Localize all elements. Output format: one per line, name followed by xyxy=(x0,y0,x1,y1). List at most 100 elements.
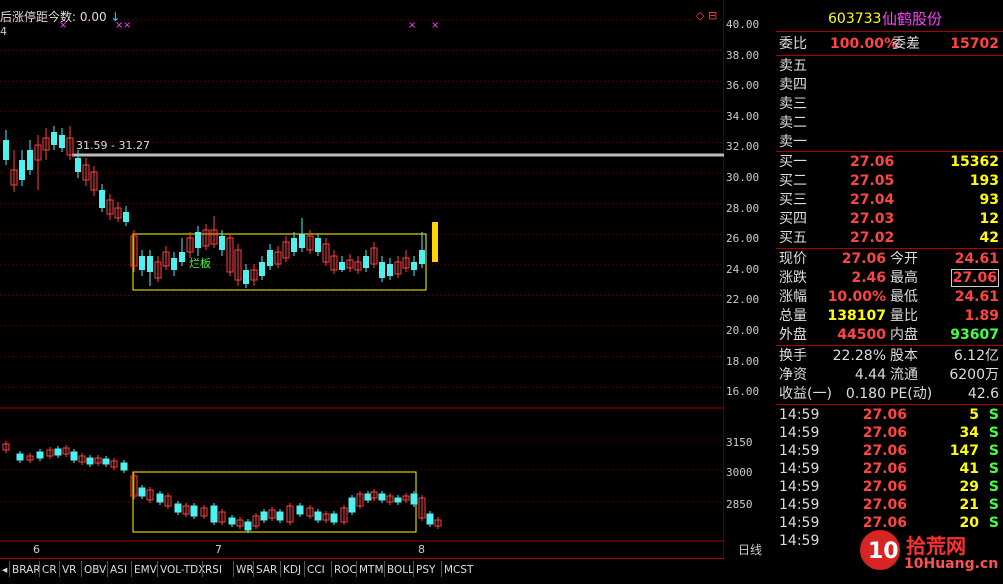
index-candle-body xyxy=(16,453,24,461)
tick-side: S xyxy=(988,407,999,423)
tab-indicator[interactable]: SAR xyxy=(256,561,277,579)
tick-row[interactable]: 14:59 27.06 29 S xyxy=(776,478,1003,496)
quote-label: 现价 xyxy=(779,251,807,267)
tab-separator xyxy=(441,561,442,577)
fund-label: PE(动) xyxy=(890,386,933,402)
tab-separator xyxy=(59,561,60,577)
tab-indicator[interactable]: PSY xyxy=(416,561,435,579)
index-candle-body xyxy=(348,497,356,513)
tick-time: 14:59 xyxy=(779,407,820,423)
tab-indicator[interactable]: CR xyxy=(42,561,57,579)
sell-level-row: 卖五 xyxy=(776,57,1003,76)
tab-indicator[interactable]: VOL-TDX xyxy=(160,561,205,579)
tick-row[interactable]: 14:59 27.06 41 S xyxy=(776,460,1003,478)
tab-separator xyxy=(131,561,132,577)
price-tick: 30.00 xyxy=(726,171,760,184)
tab-arrow-left-icon[interactable]: ◂ xyxy=(2,561,7,579)
price-tick: 38.00 xyxy=(726,49,760,62)
quote-panel: 603733 仙鹤股份 委比 100.00% 委差 15702 卖五 卖四 卖三… xyxy=(776,0,1003,580)
tab-indicator[interactable]: MCST xyxy=(444,561,473,579)
fund-value: 42.6 xyxy=(967,386,999,402)
tab-indicator[interactable]: CCI xyxy=(307,561,325,579)
tick-price: 27.06 xyxy=(862,443,907,459)
fund-value: 22.28% xyxy=(832,348,886,364)
tick-side: S xyxy=(988,479,999,495)
chart-corner-icons[interactable]: ◇ ⊟ xyxy=(696,9,717,22)
buy-level-label: 买二 xyxy=(779,173,807,189)
index-candle-body xyxy=(36,451,44,459)
watermark-domain: 10Huang.cn xyxy=(904,556,999,572)
index-candle-body xyxy=(330,513,338,523)
index-candle-body xyxy=(174,503,182,513)
tab-separator xyxy=(356,561,357,577)
tick-price: 27.06 xyxy=(862,461,907,477)
candle-body xyxy=(259,262,265,276)
index-candle-body xyxy=(86,457,94,465)
index-candle-body xyxy=(138,487,146,497)
candle-body xyxy=(179,252,185,262)
index-candle-body xyxy=(244,521,252,531)
fund-value: 4.44 xyxy=(854,367,886,383)
index-candle-body xyxy=(120,462,128,471)
kline-chart-svg[interactable]: × × × × × xyxy=(0,0,724,558)
fund-label: 净资 xyxy=(779,367,807,383)
buy-level-label: 买四 xyxy=(779,211,807,227)
tab-indicator[interactable]: RSI xyxy=(205,561,222,579)
weicha-label: 委差 xyxy=(892,36,920,52)
tick-row[interactable]: 14:59 27.06 34 S xyxy=(776,424,1003,442)
candle-body xyxy=(139,256,145,270)
tab-indicator[interactable]: ROC xyxy=(334,561,357,579)
tab-indicator[interactable]: WR xyxy=(236,561,254,579)
candle-body xyxy=(363,256,369,268)
buy-level-volume: 15362 xyxy=(950,154,999,170)
buy-level-volume: 42 xyxy=(979,230,999,246)
tab-indicator[interactable]: BRAR xyxy=(12,561,41,579)
stock-code: 603733 xyxy=(828,11,882,27)
tab-separator xyxy=(202,561,203,577)
tick-row[interactable]: 14:59 27.06 21 S xyxy=(776,496,1003,514)
tab-indicator[interactable]: EMV xyxy=(134,561,157,579)
buy-level-label: 买五 xyxy=(779,230,807,246)
signal-marker: × xyxy=(123,20,131,31)
fund-row: 换手 22.28% 股本 6.12亿 xyxy=(776,347,1003,366)
fund-value: 6.12亿 xyxy=(953,348,999,364)
sell-level-label: 卖四 xyxy=(779,77,807,93)
tick-time: 14:59 xyxy=(779,443,820,459)
indicator-value: 0.00 xyxy=(79,10,107,24)
tab-indicator[interactable]: VR xyxy=(62,561,76,579)
indicator-arrow-icon: ↓ xyxy=(110,10,121,24)
tick-row[interactable]: 14:59 27.06 5 S xyxy=(776,406,1003,424)
buy-level-row: 买四 27.03 12 xyxy=(776,210,1003,229)
x-label-6: 6 xyxy=(33,543,40,556)
candle-body xyxy=(219,236,225,250)
indicator-tab-bar: ◂ BRAR CR VR OBV ASI EMV VOL-TDX RSI WR SAR KDJ CCI… xyxy=(0,558,724,581)
tab-indicator[interactable]: MTM xyxy=(359,561,384,579)
tab-indicator[interactable]: BOLL xyxy=(387,561,414,579)
tab-separator xyxy=(331,561,332,577)
tick-row[interactable]: 14:59 27.06 147 S xyxy=(776,442,1003,460)
tab-indicator[interactable]: OBV xyxy=(84,561,106,579)
tab-indicator[interactable]: KDJ xyxy=(283,561,301,579)
index-candle-body xyxy=(378,493,386,501)
weibi-row: 委比 100.00% 委差 15702 xyxy=(776,35,1003,54)
index-candle-body xyxy=(276,511,284,521)
quote-value: 10.00% xyxy=(827,289,886,305)
tick-price: 27.06 xyxy=(862,407,907,423)
buy-level-row: 买一 27.06 15362 xyxy=(776,153,1003,172)
tick-time: 14:59 xyxy=(779,497,820,513)
tick-time: 14:59 xyxy=(779,515,820,531)
index-box xyxy=(132,471,417,533)
kline-chart-area[interactable]: × × × × × 后涨停距今数: 0.00 ↓ 4 31.59 - 31.27 烂板 … xyxy=(0,0,724,558)
sell-level-label: 卖一 xyxy=(779,134,807,150)
tab-indicator[interactable]: ASI xyxy=(110,561,127,579)
buy-level-volume: 12 xyxy=(979,211,999,227)
quote-label: 最低 xyxy=(890,289,918,305)
weibi-label: 委比 xyxy=(779,36,807,52)
buy-level-label: 买一 xyxy=(779,154,807,170)
tab-separator xyxy=(280,561,281,577)
quote-value: 27.06 xyxy=(950,269,999,287)
quote-value: 24.61 xyxy=(954,251,999,267)
tick-price: 27.06 xyxy=(862,497,907,513)
price-tick: 26.00 xyxy=(726,232,760,245)
tab-separator xyxy=(81,561,82,577)
